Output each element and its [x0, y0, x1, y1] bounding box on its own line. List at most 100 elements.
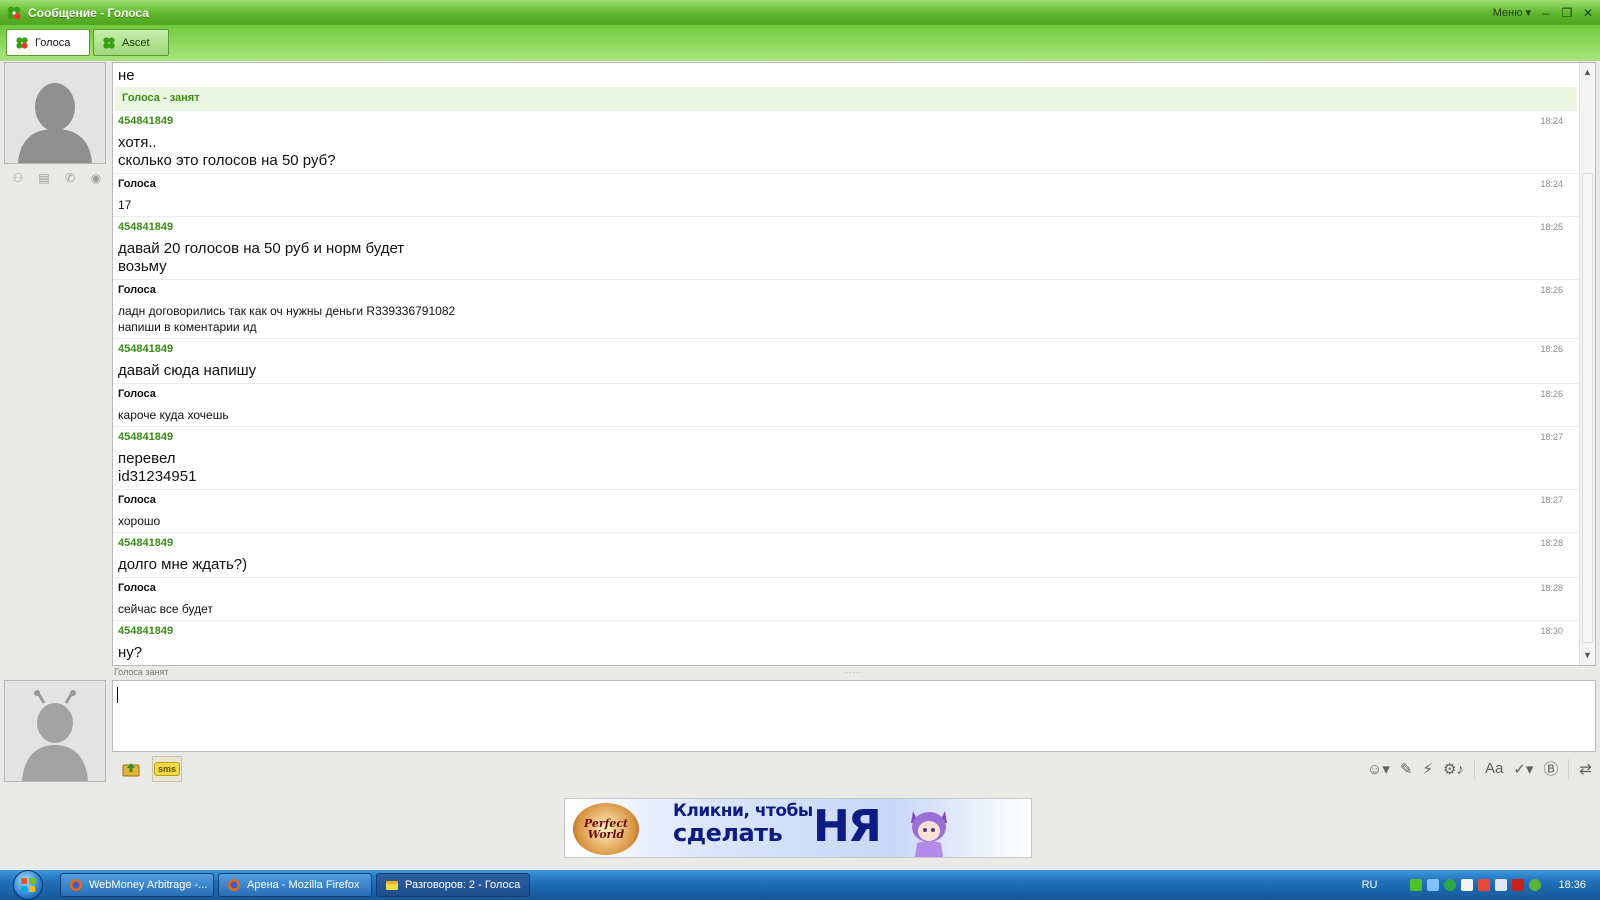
message-line: ну?	[118, 644, 143, 661]
toolbar-separator	[1568, 758, 1570, 779]
message-text: хорошо	[118, 513, 1563, 529]
message-item: 454841849 18:30 ну?	[113, 621, 1579, 665]
message-text: давай сюда напишу	[118, 362, 1563, 380]
typing-status: Голоса занят	[114, 667, 169, 677]
message-header: Голоса 18:26	[118, 386, 1563, 401]
send-icon[interactable]: ⇄	[1579, 760, 1592, 778]
message-line: хотя..	[118, 134, 157, 151]
message-header: 454841849 18:26	[118, 341, 1563, 356]
menu-label: Меню	[1492, 6, 1523, 19]
webcam-icon[interactable]: ◉	[88, 170, 104, 186]
start-button[interactable]	[0, 870, 56, 900]
message-item: Голоса 18:24 17	[113, 174, 1579, 217]
quote-icon[interactable]: ✎	[1400, 760, 1413, 778]
message-sender[interactable]: Голоса	[118, 582, 156, 594]
sms-button[interactable]: sms	[152, 756, 182, 782]
message-sender[interactable]: Голоса	[118, 494, 156, 506]
wakeup-icon[interactable]: ⚡	[1422, 760, 1433, 778]
utorrent-tray-icon[interactable]	[1444, 879, 1457, 891]
splitter-handle[interactable]: ·····	[845, 668, 863, 677]
info-icon[interactable]: ▤	[36, 170, 52, 186]
message-sender[interactable]: 454841849	[118, 537, 173, 549]
message-sender[interactable]: 454841849	[118, 115, 173, 127]
contacts-icon[interactable]: ⚇	[10, 170, 26, 186]
message-sender[interactable]: Голоса	[118, 284, 156, 296]
app-tray-icon[interactable]	[1461, 879, 1474, 891]
antivirus-tray-icon[interactable]	[1512, 879, 1525, 891]
agent-tray-icon[interactable]	[1529, 879, 1542, 891]
message-item: 454841849 18:27 перевел id31234951	[113, 427, 1579, 490]
message-line: ладн договорились так как оч нужны деньг…	[118, 304, 456, 318]
message-item: 454841849 18:24 хотя.. сколько это голосов …	[113, 111, 1579, 174]
contact-avatar[interactable]	[4, 62, 106, 164]
message-time: 18:26	[1540, 388, 1563, 399]
bold-icon[interactable]: Ⓑ	[1543, 758, 1558, 779]
smiley-icon[interactable]: ☺▾	[1367, 760, 1390, 778]
translit-icon[interactable]: ⚙♪	[1443, 760, 1464, 778]
contact-status-line: Голоса - занят	[115, 87, 1577, 111]
message-item: 454841849 18:28 долго мне ждать?)	[113, 533, 1579, 578]
message-sender[interactable]: Голоса	[118, 178, 156, 190]
status-online-icon	[103, 36, 115, 49]
scrollbar-thumb[interactable]	[1582, 173, 1593, 643]
message-item: 454841849 18:25 давай 20 голосов на 50 руб…	[113, 217, 1579, 280]
minimize-button[interactable]: –	[1540, 7, 1552, 19]
chevron-down-icon: ▾	[1525, 7, 1531, 19]
title-bar[interactable]: Сообщение - Голоса Меню ▾ – ❐ ✕	[0, 0, 1600, 25]
restore-button[interactable]: ❐	[1561, 7, 1573, 19]
volume-tray-icon[interactable]	[1495, 879, 1508, 891]
message-line: хорошо	[118, 514, 161, 528]
qip-tray-icon[interactable]	[1410, 879, 1423, 891]
message-time: 18:28	[1540, 582, 1563, 593]
send-file-button[interactable]	[116, 756, 146, 782]
chat-log[interactable]: не Голоса - занят 454841849 18:24 хотя.. ск…	[112, 62, 1596, 666]
message-header: 454841849 18:28	[118, 535, 1563, 550]
phone-icon[interactable]: ✆	[62, 170, 78, 186]
message-header: 454841849 18:30	[118, 623, 1563, 638]
message-time: 18:24	[1540, 115, 1563, 126]
taskbar: WebMoney Arbitrage -... Арена - Mozilla …	[0, 870, 1600, 900]
message-sender[interactable]: 454841849	[118, 343, 173, 355]
logo-text-2: World	[587, 828, 625, 841]
message-sender[interactable]: 454841849	[118, 625, 173, 637]
taskbar-label: Арена - Mozilla Firefox	[247, 879, 360, 891]
taskbar-item-webmoney[interactable]: WebMoney Arbitrage -...	[60, 873, 214, 897]
composer-toolbar-right: ☺▾ ✎ ⚡ ⚙♪ Aa ✓▾ Ⓑ ⇄	[1367, 758, 1592, 779]
message-header: Голоса 18:26	[118, 282, 1563, 297]
message-text: 17	[118, 197, 1563, 213]
alien-silhouette-icon	[22, 690, 88, 781]
message-line: напиши в коментарии ид	[118, 320, 257, 334]
tab-ascet[interactable]: Ascet	[93, 29, 169, 56]
message-text: сейчас все будет	[118, 601, 1563, 617]
message-sender[interactable]: 454841849	[118, 221, 173, 233]
message-text: ну?	[118, 644, 1563, 662]
own-avatar[interactable]	[4, 680, 106, 782]
tab-golosa[interactable]: Голоса	[6, 29, 90, 56]
message-sender[interactable]: 454841849	[118, 431, 173, 443]
taskbar-item-golosa[interactable]: Разговоров: 2 - Голоса	[376, 873, 530, 897]
chat-scrollbar[interactable]: ▲ ▼	[1579, 63, 1595, 665]
message-line: 17	[118, 198, 132, 212]
close-button[interactable]: ✕	[1582, 7, 1594, 19]
message-item: Голоса 18:26 кароче куда хочешь	[113, 384, 1579, 427]
message-header: Голоса 18:28	[118, 580, 1563, 595]
scroll-down-icon[interactable]: ▼	[1580, 648, 1595, 663]
message-sender[interactable]: Голоса	[118, 388, 156, 400]
message-item: Голоса 18:28 сейчас все будет	[113, 578, 1579, 621]
spellcheck-icon[interactable]: ✓▾	[1513, 760, 1533, 778]
taskbar-label: Разговоров: 2 - Голоса	[405, 879, 521, 891]
language-indicator[interactable]: RU	[1362, 879, 1378, 891]
message-text: давай 20 голосов на 50 руб и норм будет в…	[118, 240, 1563, 276]
monitor-tray-icon[interactable]	[1478, 879, 1491, 891]
message-line: перевел	[118, 450, 176, 467]
clock[interactable]: 18:36	[1558, 879, 1586, 891]
ad-banner[interactable]: Perfect World Кликни, чтобы сделать НЯ	[564, 798, 1032, 858]
font-icon[interactable]: Aa	[1485, 760, 1503, 777]
message-header: 454841849 18:25	[118, 219, 1563, 234]
message-input[interactable]	[112, 680, 1596, 752]
scroll-up-icon[interactable]: ▲	[1580, 65, 1595, 80]
network-tray-icon[interactable]	[1427, 879, 1440, 891]
taskbar-item-firefox[interactable]: Арена - Mozilla Firefox	[218, 873, 372, 897]
menu-button[interactable]: Меню ▾	[1492, 6, 1531, 20]
app-clover-icon	[7, 6, 21, 19]
